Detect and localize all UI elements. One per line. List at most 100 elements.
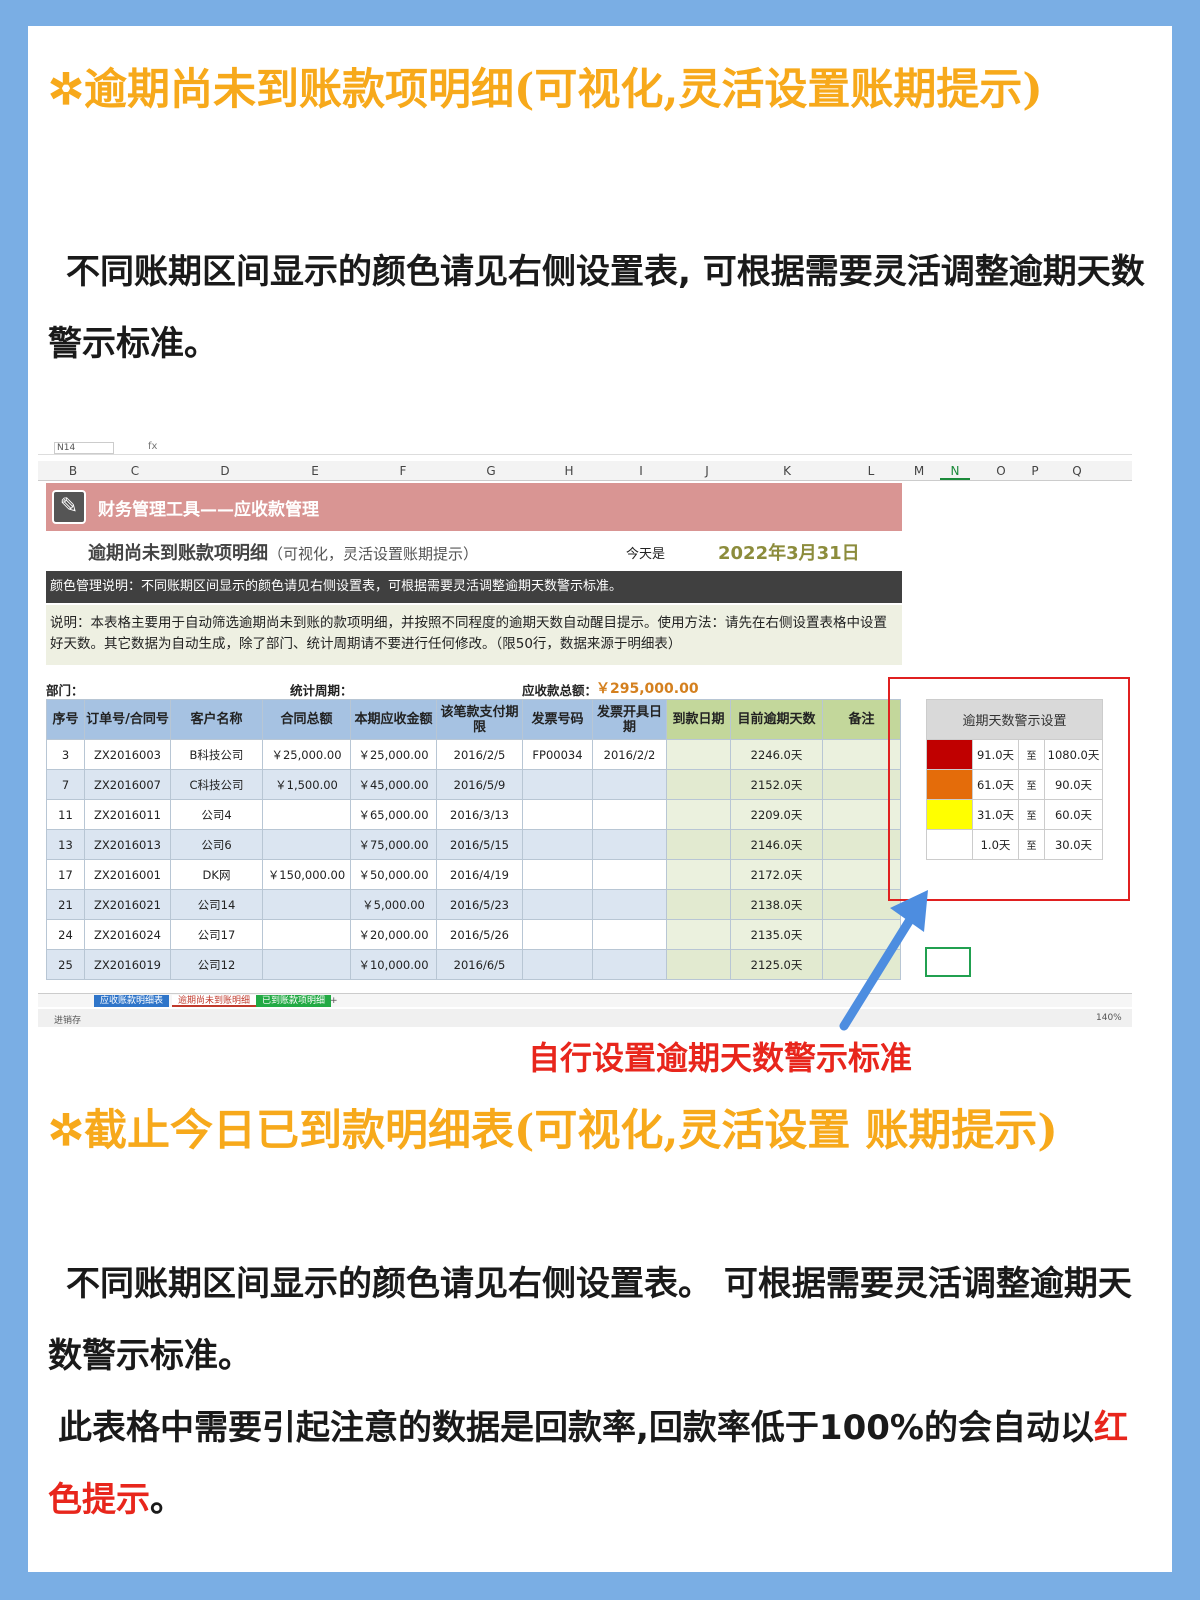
table-cell[interactable]: ZX2016011 (84, 799, 171, 830)
table-cell[interactable] (666, 949, 731, 980)
table-cell[interactable]: ￥75,000.00 (350, 829, 437, 860)
table-cell[interactable]: FP00034 (522, 739, 593, 770)
table-cell[interactable]: ￥65,000.00 (350, 799, 437, 830)
tab-receivables[interactable]: 应收账款明细表 (94, 995, 170, 1007)
table-cell[interactable]: 3 (46, 739, 85, 770)
range-from[interactable]: 31.0天 (972, 799, 1019, 830)
column-header-q[interactable]: Q (1062, 464, 1092, 478)
table-cell[interactable]: ￥1,500.00 (262, 769, 351, 800)
range-from[interactable]: 1.0天 (972, 829, 1019, 860)
table-cell[interactable]: 2016/4/19 (436, 859, 523, 890)
color-swatch[interactable] (926, 769, 973, 800)
table-cell[interactable]: ￥20,000.00 (350, 919, 437, 950)
table-cell[interactable]: 公司4 (170, 799, 263, 830)
table-cell[interactable]: 2209.0天 (730, 799, 823, 830)
table-cell[interactable]: ZX2016001 (84, 859, 171, 890)
table-cell[interactable]: ZX2016013 (84, 829, 171, 860)
table-cell[interactable] (666, 799, 731, 830)
table-cell[interactable]: ￥50,000.00 (350, 859, 437, 890)
table-cell[interactable]: 公司14 (170, 889, 263, 920)
column-header-i[interactable]: I (626, 464, 656, 478)
column-header-e[interactable]: E (300, 464, 330, 478)
table-cell[interactable] (666, 919, 731, 950)
zoom-level[interactable]: 140% (1096, 1013, 1122, 1023)
table-cell[interactable] (592, 919, 667, 950)
table-cell[interactable]: 2016/5/15 (436, 829, 523, 860)
column-header-d[interactable]: D (210, 464, 240, 478)
table-cell[interactable] (666, 859, 731, 890)
table-cell[interactable]: 2138.0天 (730, 889, 823, 920)
color-swatch[interactable] (926, 799, 973, 830)
table-cell[interactable]: 7 (46, 769, 85, 800)
table-cell[interactable]: 2146.0天 (730, 829, 823, 860)
table-cell[interactable]: 公司12 (170, 949, 263, 980)
table-cell[interactable] (522, 889, 593, 920)
table-cell[interactable]: 2172.0天 (730, 859, 823, 890)
table-cell[interactable]: ￥25,000.00 (262, 739, 351, 770)
table-cell[interactable]: 公司17 (170, 919, 263, 950)
table-cell[interactable]: 2016/3/13 (436, 799, 523, 830)
table-cell[interactable]: ￥45,000.00 (350, 769, 437, 800)
fx-icon[interactable]: fx (148, 441, 157, 452)
column-header-f[interactable]: F (388, 464, 418, 478)
column-header-n[interactable]: N (940, 464, 970, 480)
column-header-h[interactable]: H (554, 464, 584, 478)
range-to[interactable]: 1080.0天 (1044, 739, 1103, 770)
table-cell[interactable]: 2016/2/2 (592, 739, 667, 770)
table-cell[interactable]: DK网 (170, 859, 263, 890)
table-cell[interactable]: 2016/6/5 (436, 949, 523, 980)
table-cell[interactable]: 2016/5/9 (436, 769, 523, 800)
table-cell[interactable]: ￥25,000.00 (350, 739, 437, 770)
table-cell[interactable] (522, 919, 593, 950)
table-cell[interactable] (262, 919, 351, 950)
table-cell[interactable]: 21 (46, 889, 85, 920)
column-header-o[interactable]: O (986, 464, 1016, 478)
table-cell[interactable]: 2016/2/5 (436, 739, 523, 770)
color-swatch[interactable] (926, 829, 973, 860)
table-cell[interactable]: 2016/5/26 (436, 919, 523, 950)
table-cell[interactable] (522, 949, 593, 980)
table-cell[interactable] (262, 949, 351, 980)
table-cell[interactable]: ZX2016003 (84, 739, 171, 770)
table-cell[interactable] (522, 859, 593, 890)
table-cell[interactable]: 2246.0天 (730, 739, 823, 770)
range-from[interactable]: 91.0天 (972, 739, 1019, 770)
table-cell[interactable]: 2125.0天 (730, 949, 823, 980)
range-to[interactable]: 30.0天 (1044, 829, 1103, 860)
table-cell[interactable] (262, 829, 351, 860)
table-cell[interactable]: 2152.0天 (730, 769, 823, 800)
table-cell[interactable] (592, 889, 667, 920)
table-cell[interactable]: 2016/5/23 (436, 889, 523, 920)
table-cell[interactable]: C科技公司 (170, 769, 263, 800)
table-cell[interactable] (592, 829, 667, 860)
table-cell[interactable]: ￥150,000.00 (262, 859, 351, 890)
name-box[interactable]: N14 (54, 442, 114, 454)
column-header-l[interactable]: L (856, 464, 886, 478)
table-cell[interactable] (666, 739, 731, 770)
table-cell[interactable] (522, 769, 593, 800)
table-cell[interactable]: 25 (46, 949, 85, 980)
table-cell[interactable] (666, 829, 731, 860)
table-cell[interactable]: ￥5,000.00 (350, 889, 437, 920)
column-header-m[interactable]: M (904, 464, 934, 478)
table-cell[interactable] (666, 889, 731, 920)
table-cell[interactable] (522, 799, 593, 830)
column-header-g[interactable]: G (476, 464, 506, 478)
table-cell[interactable] (592, 769, 667, 800)
table-cell[interactable]: 24 (46, 919, 85, 950)
column-header-j[interactable]: J (692, 464, 722, 478)
table-cell[interactable]: 公司6 (170, 829, 263, 860)
column-header-k[interactable]: K (772, 464, 802, 478)
table-cell[interactable]: 17 (46, 859, 85, 890)
table-cell[interactable] (592, 949, 667, 980)
table-cell[interactable]: ZX2016024 (84, 919, 171, 950)
table-cell[interactable] (262, 799, 351, 830)
table-cell[interactable]: B科技公司 (170, 739, 263, 770)
table-cell[interactable] (522, 829, 593, 860)
range-to[interactable]: 90.0天 (1044, 769, 1103, 800)
add-sheet-button[interactable]: + (324, 995, 344, 1007)
table-cell[interactable] (592, 859, 667, 890)
column-header-p[interactable]: P (1020, 464, 1050, 478)
table-cell[interactable] (666, 769, 731, 800)
table-cell[interactable]: 11 (46, 799, 85, 830)
